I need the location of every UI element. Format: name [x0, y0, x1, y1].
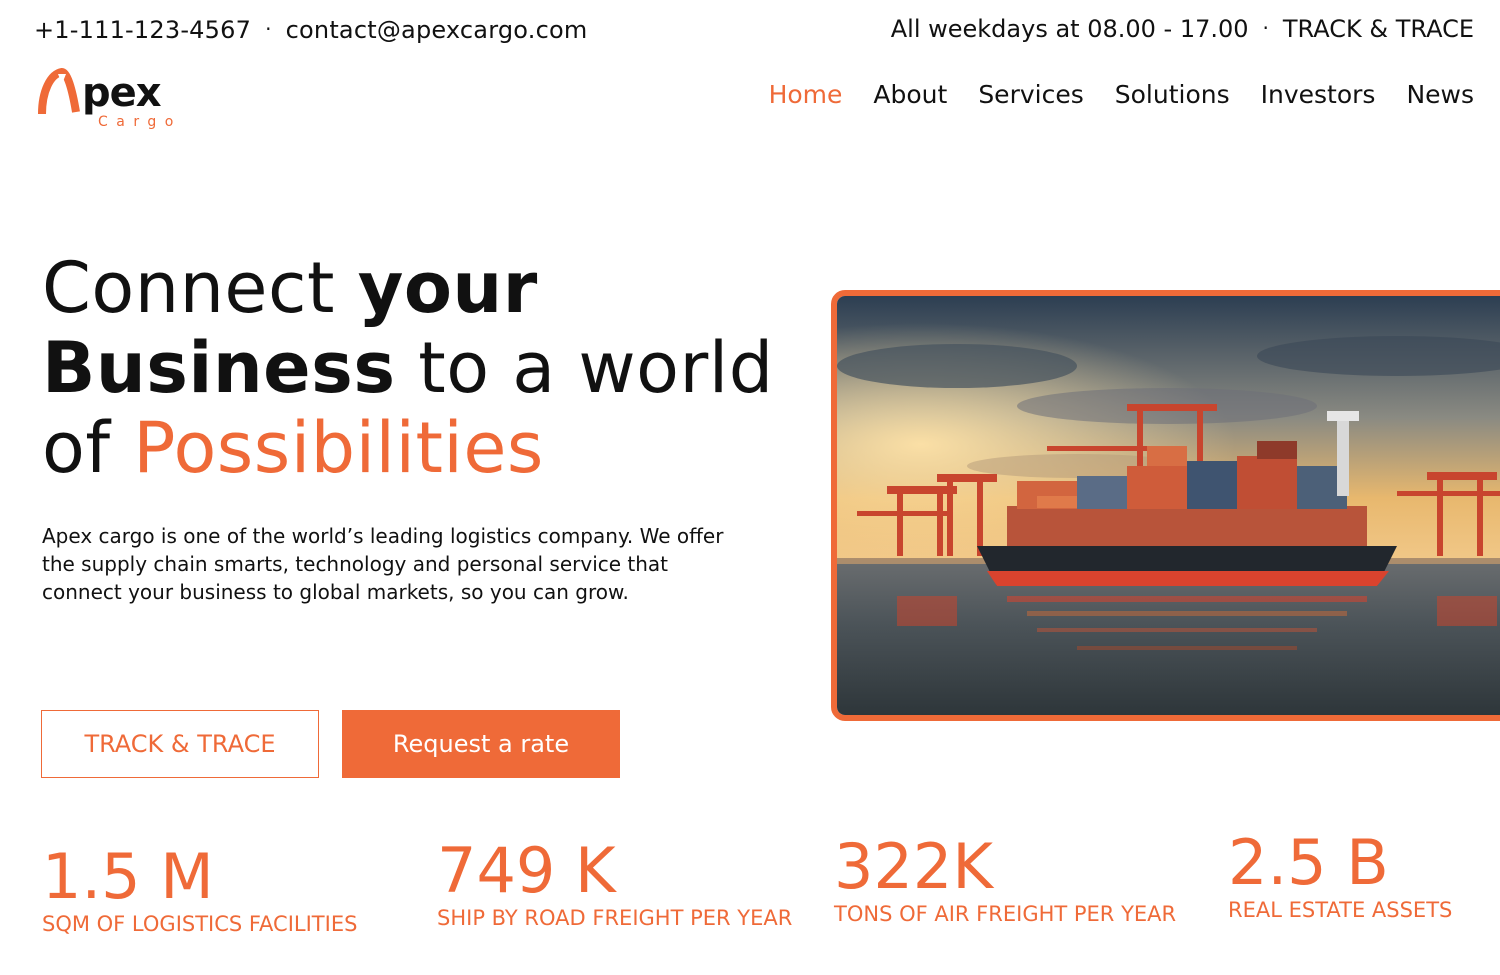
nav-about[interactable]: About [873, 80, 947, 109]
cargo-ship-illustration [837, 296, 1500, 715]
stat-label: SHIP BY ROAD FREIGHT PER YEAR [437, 906, 793, 930]
request-rate-button[interactable]: Request a rate [342, 710, 620, 778]
hero-title-accent: Possibilities [133, 407, 544, 489]
stat-road-freight: 749 K SHIP BY ROAD FREIGHT PER YEAR [437, 834, 793, 931]
nav-investors[interactable]: Investors [1261, 80, 1376, 109]
nav-news[interactable]: News [1406, 80, 1474, 109]
logo-subtitle: Cargo [98, 114, 182, 130]
track-trace-button[interactable]: TRACK & TRACE [41, 710, 319, 778]
main-nav: Home About Services Solutions Investors … [769, 80, 1474, 109]
separator-dot: · [265, 17, 272, 41]
phone-link[interactable]: +1-111-123-4567 [34, 16, 251, 44]
email-link[interactable]: contact@apexcargo.com [286, 16, 588, 44]
stat-label: SQM OF LOGISTICS FACILITIES [42, 912, 358, 936]
hero-title-line3-regular: of [42, 407, 134, 489]
contact-info: +1-111-123-4567 · contact@apexcargo.com [34, 16, 587, 44]
hero-title-line1-regular: Connect [42, 247, 358, 329]
hero-description: Apex cargo is one of the world’s leading… [42, 524, 724, 604]
hero-title-line2-regular: to a world [395, 327, 774, 409]
hero-title: Connect your Business to a world of Poss… [42, 248, 802, 488]
nav-home[interactable]: Home [769, 80, 843, 109]
hero-title-line1-bold: your [357, 247, 538, 329]
separator-dot: · [1262, 16, 1269, 40]
stat-value: 1.5 M [42, 840, 214, 913]
logo-wordmark: pex [82, 70, 162, 116]
stat-value: 749 K [437, 834, 616, 907]
stat-air-freight: 322K TONS OF AIR FREIGHT PER YEAR [834, 830, 1177, 927]
stat-label: TONS OF AIR FREIGHT PER YEAR [834, 902, 1177, 926]
hours-and-tracking: All weekdays at 08.00 - 17.00 · TRACK & TR… [891, 15, 1474, 43]
nav-services[interactable]: Services [978, 80, 1083, 109]
apex-cargo-logo[interactable]: pex Cargo [36, 66, 196, 136]
nav-solutions[interactable]: Solutions [1115, 80, 1230, 109]
hero-title-line2-bold: Business [42, 327, 396, 409]
track-trace-link[interactable]: TRACK & TRACE [1283, 15, 1474, 43]
stat-real-estate: 2.5 B REAL ESTATE ASSETS [1228, 826, 1453, 923]
stat-value: 322K [834, 830, 993, 903]
stat-value: 2.5 B [1228, 826, 1389, 899]
stat-logistics-facilities: 1.5 M SQM OF LOGISTICS FACILITIES [42, 840, 358, 937]
top-contact-bar: +1-111-123-4567 · contact@apexcargo.com Al… [0, 0, 1500, 60]
hero-image-cargo-ship [831, 290, 1500, 721]
stat-label: REAL ESTATE ASSETS [1228, 898, 1453, 922]
office-hours: All weekdays at 08.00 - 17.00 [890, 15, 1249, 43]
arch-a-icon [38, 68, 80, 115]
